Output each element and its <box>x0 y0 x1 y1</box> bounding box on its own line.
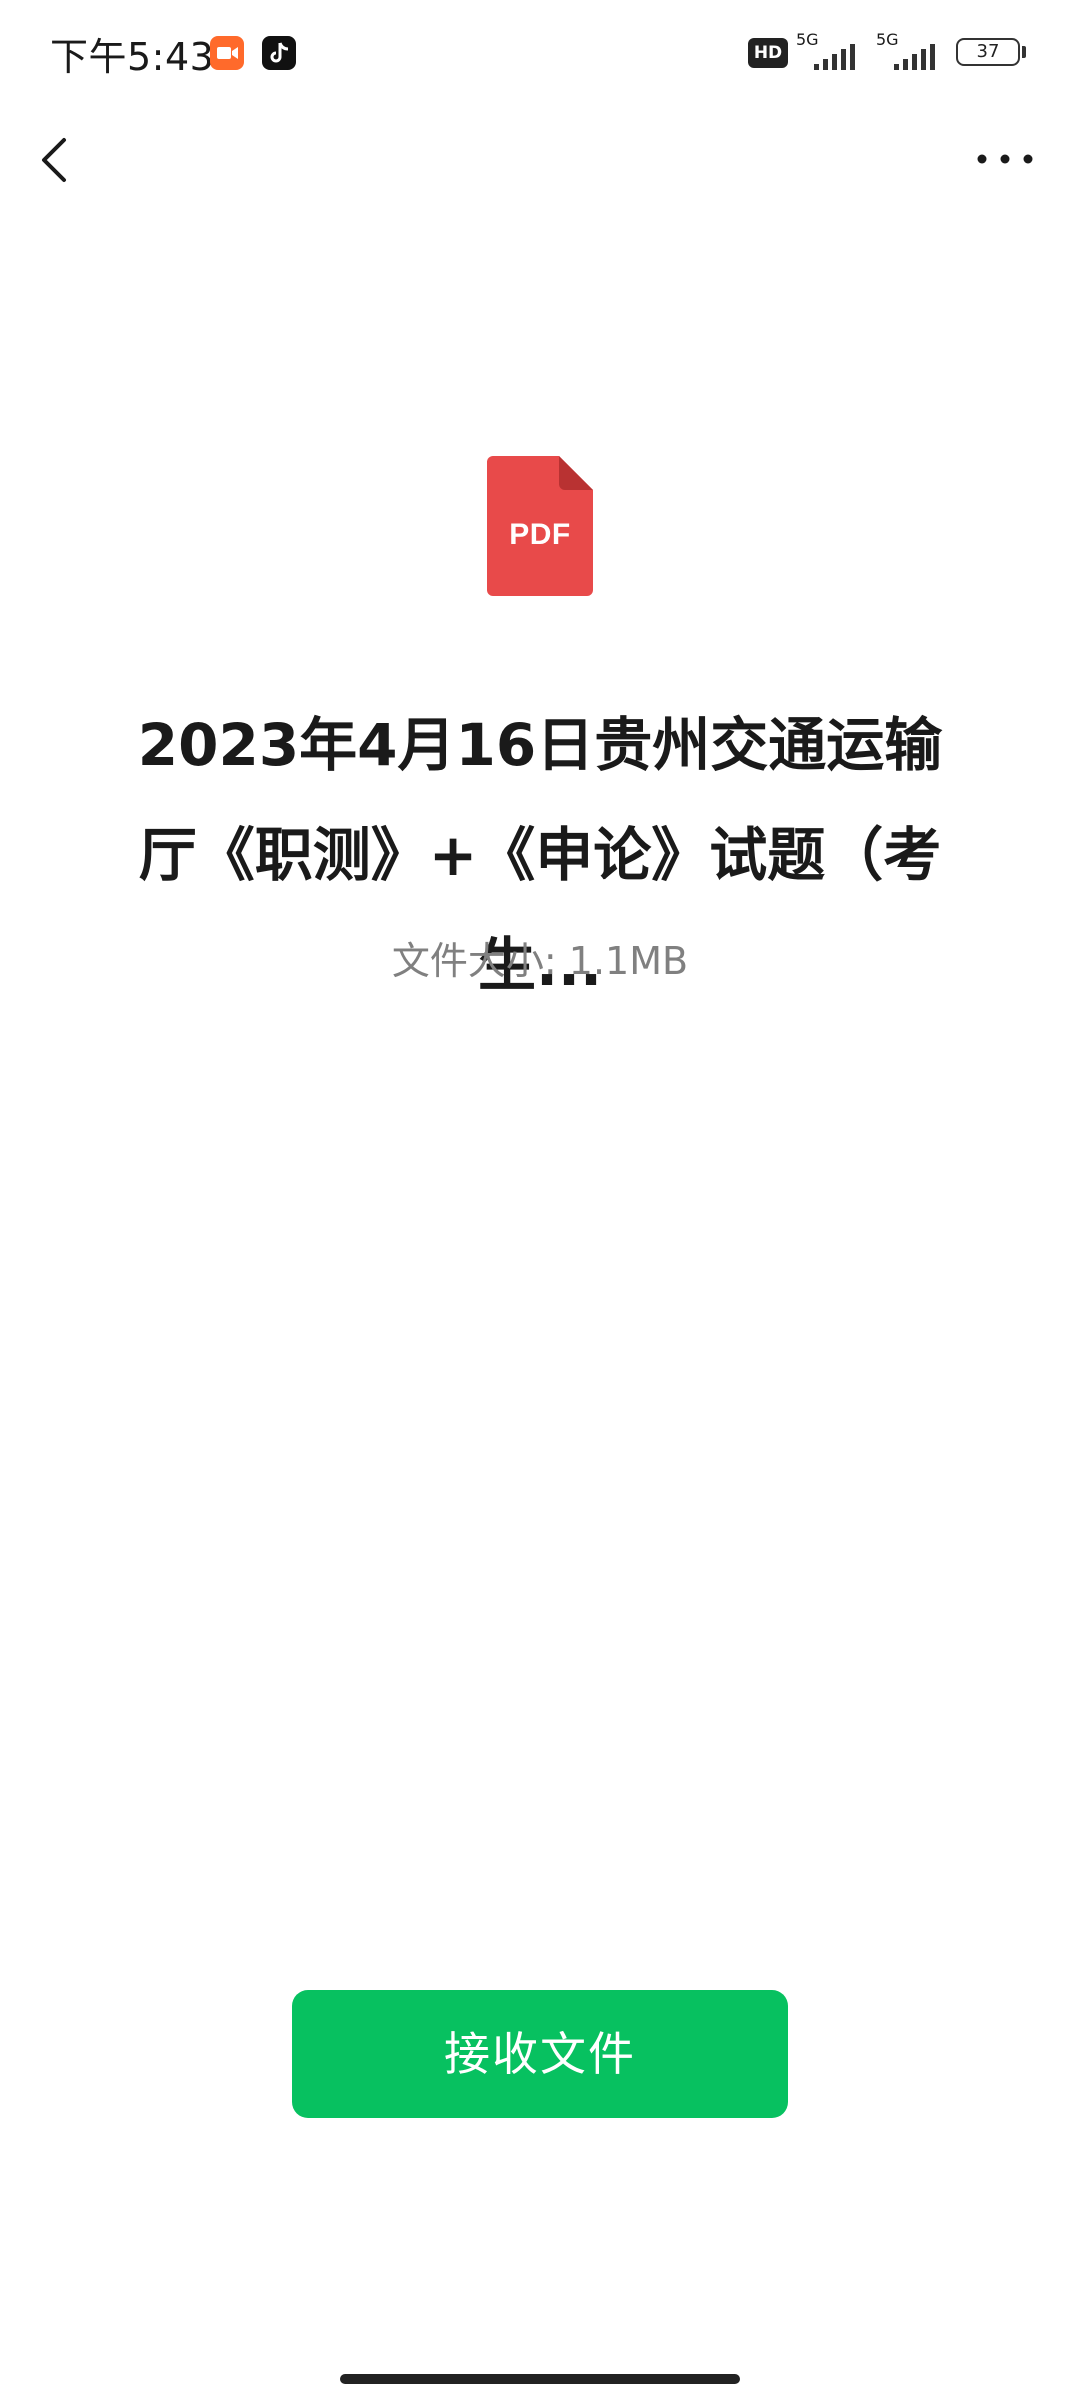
more-horizontal-icon <box>977 154 1033 164</box>
signal-icon <box>814 44 855 70</box>
status-time: 下午5:43 <box>50 35 215 79</box>
hd-voice-icon: HD <box>748 38 788 68</box>
signal-icon <box>894 44 935 70</box>
home-indicator[interactable] <box>340 2374 740 2384</box>
accept-file-label: 接收文件 <box>444 2027 636 2081</box>
battery-tip <box>1022 46 1026 58</box>
hd-label: HD <box>753 43 783 63</box>
signal-sim2: 5G <box>876 30 946 72</box>
more-options-button[interactable] <box>970 136 1040 182</box>
pdf-file-icon: PDF <box>487 456 593 596</box>
video-app-icon <box>210 36 244 70</box>
status-bar: 下午5:43 HD 5G 5G 37 <box>0 0 1080 110</box>
back-button[interactable] <box>30 124 90 194</box>
battery-level: 37 <box>976 41 1000 62</box>
accept-file-button[interactable]: 接收文件 <box>292 1990 788 2118</box>
signal-sim1: 5G <box>796 30 866 72</box>
pdf-icon-label: PDF <box>509 518 571 551</box>
file-size: 文件大小: 1.1MB <box>0 930 1080 985</box>
file-receive-screen: 下午5:43 HD 5G 5G 37 PDF 2023年4月16日贵州交通运输厅… <box>0 0 1080 2400</box>
chevron-left-icon <box>42 138 66 182</box>
tiktok-icon <box>262 36 296 70</box>
battery-icon: 37 <box>956 38 1020 66</box>
file-size-label: 文件大小: <box>391 939 557 983</box>
file-size-value: 1.1MB <box>568 939 689 983</box>
